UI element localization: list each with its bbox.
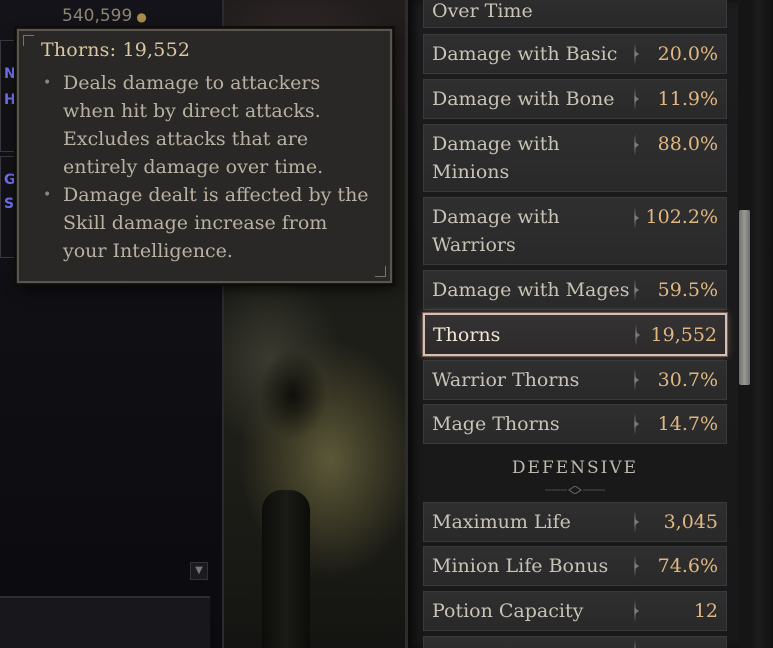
stat-row-potion-capacity[interactable]: Potion Capacity 12: [423, 591, 727, 631]
chevron-down-icon: ▼: [195, 565, 203, 576]
separator-icon: [634, 43, 639, 65]
section-header-defensive: DEFENSIVE: [423, 450, 727, 494]
stat-row-damage-mages[interactable]: Damage with Mages 59.5%: [423, 270, 727, 310]
bullet-icon: •: [43, 75, 52, 91]
stat-value: 19,552: [650, 324, 717, 346]
left-scroll-down-button[interactable]: ▼: [190, 562, 208, 580]
game-screen: 540,599 ● NG HI G S ▼ Over Time Damage wi…: [0, 0, 773, 648]
world-pillar: [262, 490, 310, 648]
stat-value: 11.9%: [657, 88, 718, 110]
left-panel-text-fragment: G: [4, 172, 16, 188]
stat-label: Potion Capacity: [432, 600, 584, 622]
separator-icon: [634, 600, 639, 622]
separator-icon: [634, 369, 639, 391]
gold-counter: 540,599 ●: [62, 6, 147, 26]
tooltip-bullet-text: Deals damage to attackers when hit by di…: [63, 72, 324, 178]
stat-value: 74.6%: [657, 555, 718, 577]
stat-row-damage-bone[interactable]: Damage with Bone 11.9%: [423, 79, 727, 119]
stats-scrollbar-thumb[interactable]: [739, 210, 750, 385]
stat-label: Damage with Mages: [432, 279, 630, 301]
stat-label: Mage Thorns: [432, 413, 560, 435]
stat-row-thorns[interactable]: Thorns 19,552: [423, 313, 727, 356]
section-title: DEFENSIVE: [511, 458, 639, 478]
stat-row-damage-minions[interactable]: Damage with Minions 88.0%: [423, 124, 727, 192]
stat-value: 20.0%: [657, 43, 718, 65]
separator-icon: [635, 323, 640, 346]
separator-icon: [634, 511, 639, 533]
separator-icon: [634, 207, 639, 229]
stat-label: Maximum Life: [432, 511, 571, 533]
stat-label: Over Time: [432, 0, 533, 22]
stat-value: 59.5%: [657, 279, 718, 301]
stat-row[interactable]: Over Time: [423, 0, 727, 28]
tooltip-bullet: • Deals damage to attackers when hit by …: [41, 69, 376, 181]
stat-label: Thorns: [433, 324, 501, 346]
stat-row-maximum-life[interactable]: Maximum Life 3,045: [423, 502, 727, 542]
stats-panel-frame: [748, 0, 773, 648]
stat-label: Minion Life Bonus: [432, 555, 609, 577]
separator-icon: [634, 640, 636, 648]
left-panel-text-fragment: S: [4, 196, 15, 212]
separator-icon: [634, 555, 639, 577]
tooltip-bullet: • Damage dealt is affected by the Skill …: [41, 181, 376, 265]
world-shadow: [258, 350, 328, 440]
diamond-ornament-icon: [545, 486, 605, 494]
stat-row-warrior-thorns[interactable]: Warrior Thorns 30.7%: [423, 360, 727, 400]
stat-label: Damage with Warriors: [432, 206, 560, 256]
stat-label: Damage with Bone: [432, 88, 615, 110]
stat-value: 12: [693, 600, 718, 622]
stat-label: Damage with Basic: [432, 43, 618, 65]
stat-row-damage-warriors[interactable]: Damage with Warriors 102.2%: [423, 197, 727, 265]
stat-value: 3,045: [663, 511, 718, 533]
thorns-tooltip: Thorns: 19,552 • Deals damage to attacke…: [16, 28, 393, 284]
separator-icon: [634, 413, 639, 435]
gold-coin-icon: ●: [136, 10, 147, 24]
stat-value: 30.7%: [657, 369, 718, 391]
separator-icon: [634, 88, 639, 110]
stat-row-minion-life-bonus[interactable]: Minion Life Bonus 74.6%: [423, 546, 727, 586]
stat-value: 88.0%: [657, 133, 718, 155]
stat-row-damage-basic[interactable]: Damage with Basic 20.0%: [423, 34, 727, 74]
stat-value: 102.2%: [645, 206, 718, 228]
gold-amount: 540,599: [62, 6, 133, 26]
separator-icon: [634, 134, 639, 156]
stat-row-partial[interactable]: [423, 636, 727, 648]
separator-icon: [634, 279, 639, 301]
tooltip-title: Thorns: 19,552: [41, 39, 191, 61]
left-panel-bottom-bar: [0, 596, 210, 648]
stat-value: 14.7%: [657, 413, 718, 435]
stat-label: Warrior Thorns: [432, 369, 580, 391]
bullet-icon: •: [43, 187, 52, 203]
stat-row-mage-thorns[interactable]: Mage Thorns 14.7%: [423, 404, 727, 444]
stat-label: Damage with Minions: [432, 133, 560, 183]
tooltip-bullet-text: Damage dealt is affected by the Skill da…: [63, 184, 369, 262]
